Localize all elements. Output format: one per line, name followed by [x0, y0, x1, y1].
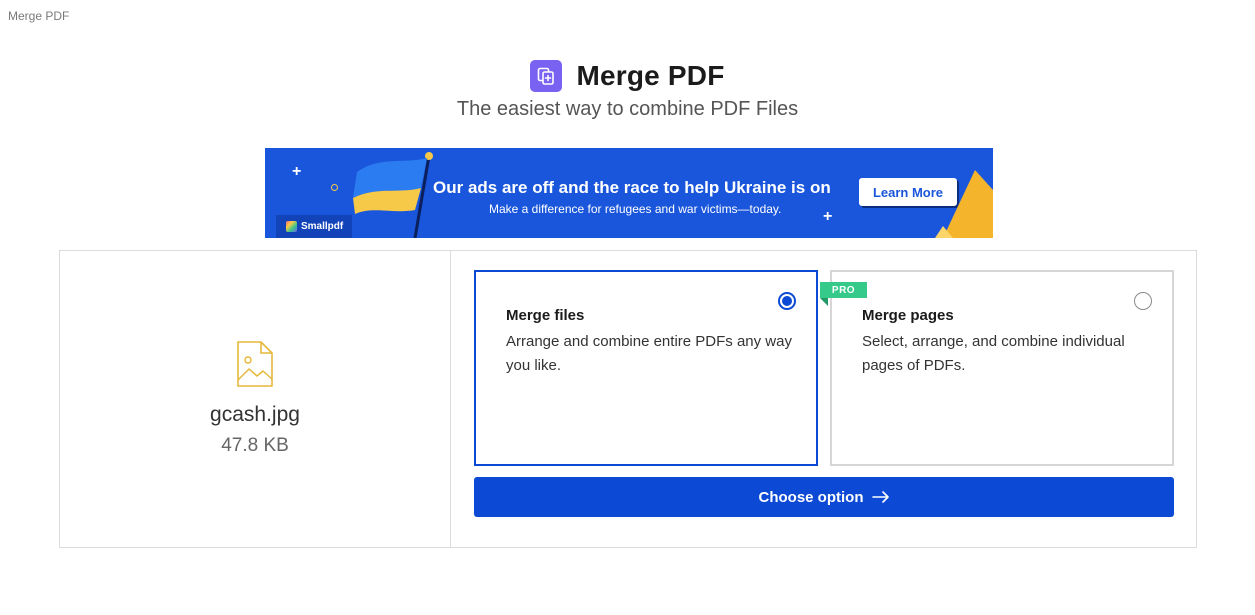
merge-pdf-icon: [530, 60, 563, 92]
banner-headline: Our ads are off and the race to help Ukr…: [433, 178, 831, 197]
banner-subline: Make a difference for refugees and war v…: [489, 202, 782, 216]
merge-panel: gcash.jpg 47.8 KB Merge files Arrange an…: [59, 250, 1197, 548]
arrow-right-icon: [871, 491, 889, 503]
ukraine-ad-banner[interactable]: + + Smallpdf Our ads are off and the rac…: [265, 148, 993, 238]
smallpdf-logo-icon: [286, 221, 297, 232]
option-description: Select, arrange, and combine individual …: [862, 333, 1125, 374]
image-file-icon: [237, 341, 273, 387]
page-title: Merge PDF: [576, 60, 725, 91]
option-title: Merge pages: [862, 307, 954, 324]
tab-title: Merge PDF: [8, 9, 70, 23]
ukraine-flag-icon: [353, 152, 433, 238]
pro-badge-fold: [820, 298, 828, 306]
circle-decoration-icon: [331, 184, 338, 191]
pro-badge: PRO: [820, 282, 867, 298]
choose-option-label: Choose option: [758, 488, 864, 506]
merge-files-option[interactable]: Merge files Arrange and combine entire P…: [474, 270, 818, 466]
option-description: Arrange and combine entire PDFs any way …: [506, 333, 792, 374]
file-name: gcash.jpg: [210, 403, 300, 426]
merge-pages-radio[interactable]: [1134, 292, 1152, 310]
file-size: 47.8 KB: [221, 435, 289, 456]
merge-pages-option[interactable]: Merge pages Select, arrange, and combine…: [830, 270, 1174, 466]
plus-decoration-icon: +: [292, 163, 302, 180]
file-preview: gcash.jpg 47.8 KB: [60, 251, 451, 547]
header: Merge PDF: [0, 60, 1255, 92]
brand-label: Smallpdf: [301, 221, 344, 232]
option-title: Merge files: [506, 307, 585, 324]
merge-files-radio[interactable]: [778, 292, 796, 310]
page-subtitle: The easiest way to combine PDF Files: [456, 98, 799, 120]
plus-decoration-icon: +: [823, 208, 833, 225]
choose-option-button[interactable]: Choose option: [474, 477, 1174, 517]
corner-decoration-icon: [935, 170, 993, 238]
smallpdf-brand-badge: Smallpdf: [276, 215, 352, 238]
